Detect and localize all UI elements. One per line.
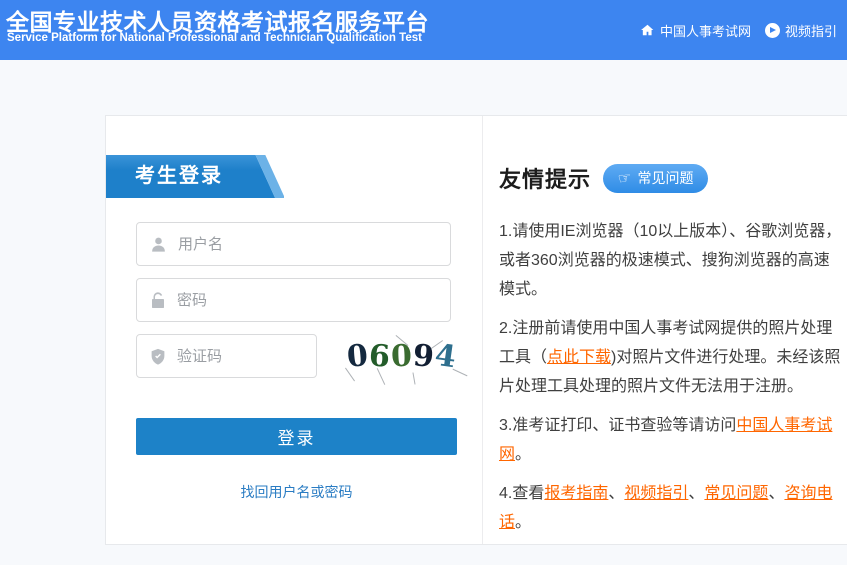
pointing-hand-icon: ☞ bbox=[617, 169, 633, 186]
page-subtitle: Service Platform for National Profession… bbox=[7, 32, 422, 44]
password-field[interactable] bbox=[136, 278, 451, 322]
tips-title: 友情提示 bbox=[499, 162, 591, 194]
panel-divider bbox=[482, 116, 483, 544]
captcha-digit: 6 bbox=[368, 338, 391, 374]
captcha-input[interactable] bbox=[177, 348, 316, 365]
tip-item-4: 4.查看报考指南、视频指引、常见问题、咨询电话。 bbox=[499, 479, 845, 537]
tip-item-1: 1.请使用IE浏览器（10以上版本）、谷歌浏览器，或者360浏览器的极速模式、搜… bbox=[499, 217, 845, 304]
tip4-separator: 、 bbox=[768, 485, 784, 502]
tip4-separator: 、 bbox=[608, 485, 624, 502]
nav-link-site-label: 中国人事考试网 bbox=[660, 21, 751, 40]
forgot-row: 找回用户名或密码 bbox=[136, 482, 457, 502]
captcha-noise bbox=[412, 373, 415, 385]
tip3-text-pre: 3.准考证打印、证书查验等请访问 bbox=[499, 417, 736, 434]
tip4-text-post: 。 bbox=[515, 514, 531, 531]
tip4-separator: 、 bbox=[688, 485, 704, 502]
captcha-noise bbox=[453, 369, 468, 377]
video-guide-link[interactable]: 视频指引 bbox=[624, 485, 688, 502]
password-input[interactable] bbox=[177, 292, 450, 309]
captcha-digit: 4 bbox=[432, 337, 458, 375]
tip1-text: 1.请使用IE浏览器（10以上版本）、谷歌浏览器，或者360浏览器的极速模式、搜… bbox=[499, 223, 841, 298]
faq-button-label: 常见问题 bbox=[637, 168, 693, 188]
captcha-digit: 0 bbox=[346, 338, 370, 375]
captcha-digit: 0 bbox=[390, 338, 412, 374]
nav-link-video-label: 视频指引 bbox=[785, 21, 837, 40]
username-field[interactable] bbox=[136, 222, 451, 266]
page: 全国专业技术人员资格考试报名服务平台 Service Platform for … bbox=[0, 0, 847, 565]
username-input[interactable] bbox=[178, 236, 450, 253]
exam-guide-link[interactable]: 报考指南 bbox=[544, 485, 608, 502]
tip3-text-post: 。 bbox=[515, 446, 531, 463]
header: 全国专业技术人员资格考试报名服务平台 Service Platform for … bbox=[0, 0, 847, 60]
tip-item-2: 2.注册前请使用中国人事考试网提供的照片处理工具（点此下载)对照片文件进行处理。… bbox=[499, 314, 845, 401]
captcha-digit: 9 bbox=[412, 338, 435, 374]
tip4-text-pre: 4.查看 bbox=[499, 485, 544, 502]
main-card: 考生登录 bbox=[105, 115, 847, 545]
login-button[interactable]: 登录 bbox=[136, 418, 457, 455]
home-icon bbox=[640, 23, 655, 37]
faq-button[interactable]: ☞ 常见问题 bbox=[603, 164, 708, 193]
user-icon bbox=[149, 235, 168, 254]
tips-header: 友情提示 ☞ 常见问题 bbox=[499, 162, 845, 194]
login-banner-label: 考生登录 bbox=[106, 155, 284, 198]
download-tool-link[interactable]: 点此下载 bbox=[547, 349, 611, 366]
captcha-field[interactable] bbox=[136, 334, 317, 378]
login-banner: 考生登录 bbox=[106, 155, 284, 198]
faq-link[interactable]: 常见问题 bbox=[704, 485, 768, 502]
tip-item-3: 3.准考证打印、证书查验等请访问中国人事考试网。 bbox=[499, 411, 845, 469]
forgot-link[interactable]: 找回用户名或密码 bbox=[241, 484, 353, 500]
header-nav: 中国人事考试网 视频指引 bbox=[640, 0, 837, 60]
play-icon bbox=[765, 23, 780, 38]
captcha-image[interactable]: 06094 bbox=[334, 330, 469, 382]
nav-link-video[interactable]: 视频指引 bbox=[765, 21, 837, 40]
shield-check-icon bbox=[149, 347, 167, 366]
nav-link-site[interactable]: 中国人事考试网 bbox=[640, 21, 751, 40]
tips-panel: 友情提示 ☞ 常见问题 1.请使用IE浏览器（10以上版本）、谷歌浏览器，或者3… bbox=[499, 162, 845, 547]
lock-icon bbox=[149, 291, 167, 310]
